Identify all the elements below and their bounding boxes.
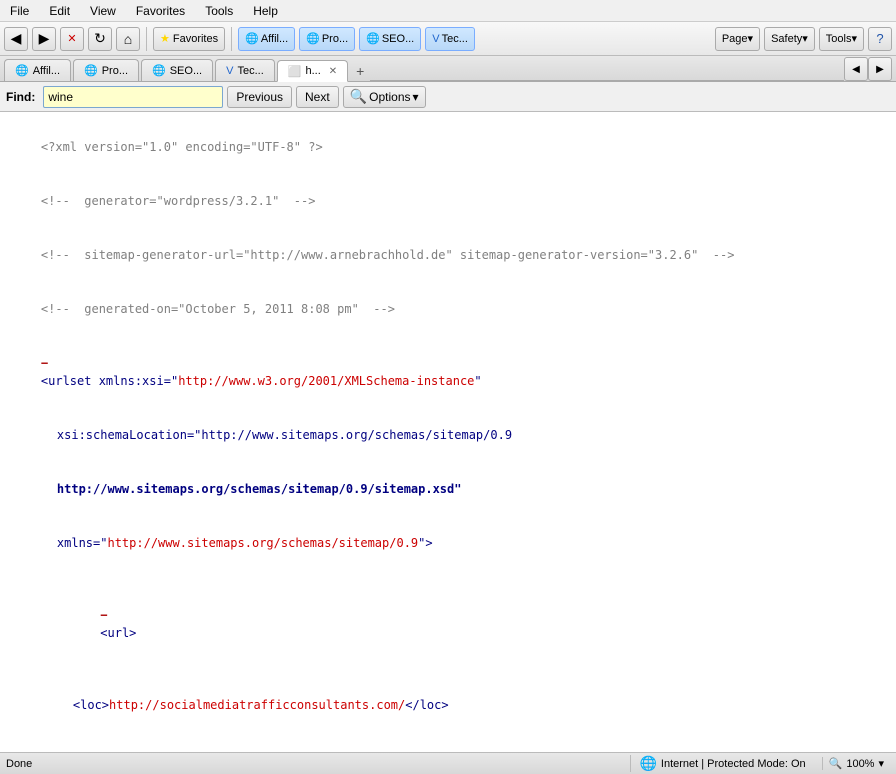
- pro-icon: 🌐: [306, 32, 320, 45]
- tools-label: Tools: [826, 33, 852, 45]
- safety-button[interactable]: Safety ▾: [764, 27, 815, 51]
- comment-generator: <!-- generator="wordpress/3.2.1" -->: [12, 174, 884, 228]
- urlset-open: − <urlset xmlns:xsi="http://www.w3.org/2…: [12, 336, 884, 408]
- affil-label: Affil...: [261, 33, 288, 45]
- back-button[interactable]: ◀: [4, 27, 28, 51]
- toolbar-separator-1: [146, 27, 147, 51]
- xml-decl-text: <?xml version="1.0" encoding="UTF-8" ?>: [41, 140, 323, 154]
- tab-seo-icon: 🌐: [152, 64, 166, 77]
- url1-loc: <loc>http://socialmediatrafficconsultant…: [12, 678, 884, 732]
- content-area[interactable]: <?xml version="1.0" encoding="UTF-8" ?> …: [0, 112, 896, 752]
- tab-pro-label: Pro...: [102, 65, 128, 77]
- url1-collapse[interactable]: −: [100, 608, 107, 622]
- menu-help[interactable]: Help: [247, 2, 284, 20]
- tab-tec[interactable]: V Tec...: [215, 59, 275, 81]
- http-sitemaps-line: http://www.sitemaps.org/schemas/sitemap/…: [12, 462, 884, 516]
- zone-icon: 🌐: [639, 755, 656, 772]
- url1-lastmod: <lastmod>2011-09-03T14:38:10+00:00</last…: [12, 732, 884, 752]
- safety-label: Safety: [771, 33, 802, 45]
- comment-sitemap-url: <!-- sitemap-generator-url="http://www.a…: [12, 228, 884, 282]
- xml-declaration: <?xml version="1.0" encoding="UTF-8" ?>: [12, 120, 884, 174]
- tec-label: Tec...: [442, 33, 468, 45]
- options-label: Options: [369, 90, 410, 104]
- seo-icon: 🌐: [366, 32, 380, 45]
- page-label: Page: [722, 33, 748, 45]
- menu-file[interactable]: File: [4, 2, 35, 20]
- find-bar: Find: Previous Next 🔍 Options ▾: [0, 82, 896, 112]
- tab-tec-label: Tec...: [237, 65, 263, 77]
- xsi-link[interactable]: http://www.w3.org/2001/XMLSchema-instanc…: [178, 374, 474, 388]
- toolbar-separator-2: [231, 27, 232, 51]
- scroll-tabs-right[interactable]: ▶: [868, 57, 892, 81]
- comment-gen-date: <!-- generated-on="October 5, 2011 8:08 …: [41, 302, 395, 316]
- tools-button[interactable]: Tools ▾: [819, 27, 864, 51]
- scroll-tabs-left[interactable]: ◀: [844, 57, 868, 81]
- tab-pro[interactable]: 🌐 Pro...: [73, 59, 139, 81]
- star-icon: ★: [160, 32, 170, 45]
- zone-text: Internet | Protected Mode: On: [661, 758, 806, 770]
- status-right: 🌐 Internet | Protected Mode: On 🔍 100% ▾: [630, 755, 890, 772]
- help-button[interactable]: ?: [868, 27, 892, 51]
- menu-view[interactable]: View: [84, 2, 122, 20]
- toolbar-tab-affil[interactable]: 🌐 Affil...: [238, 27, 295, 51]
- tab-tec-icon: V: [226, 65, 233, 77]
- comment-generated: <!-- generated-on="October 5, 2011 8:08 …: [12, 282, 884, 336]
- url1-loc-link[interactable]: http://socialmediatrafficconsultants.com…: [109, 698, 405, 712]
- tab-affil-label: Affil...: [33, 65, 60, 77]
- seo-label: SEO...: [382, 33, 414, 45]
- tab-h-label: h...: [305, 65, 320, 77]
- xmlns-line: xmlns="http://www.sitemaps.org/schemas/s…: [12, 516, 884, 570]
- tab-pro-icon: 🌐: [84, 64, 98, 77]
- zoom-level: 100%: [846, 758, 874, 770]
- next-button[interactable]: Next: [296, 86, 339, 108]
- previous-button[interactable]: Previous: [227, 86, 292, 108]
- xsi-schema-line: xsi:schemaLocation="http://www.sitemaps.…: [12, 408, 884, 462]
- options-icon: 🔍: [350, 88, 367, 105]
- options-arrow: ▾: [413, 90, 419, 104]
- urlset-collapse[interactable]: −: [41, 356, 48, 370]
- zoom-icon: 🔍: [829, 757, 843, 770]
- status-bar: Done 🌐 Internet | Protected Mode: On 🔍 1…: [0, 752, 896, 774]
- url-block-1-open: − <url>: [12, 570, 884, 678]
- stop-button[interactable]: ✕: [60, 27, 84, 51]
- tec-icon: V: [432, 33, 439, 45]
- favorites-label: Favorites: [173, 33, 218, 45]
- status-zoom[interactable]: 🔍 100% ▾: [822, 757, 890, 770]
- status-text: Done: [6, 758, 630, 770]
- tab-affil[interactable]: 🌐 Affil...: [4, 59, 71, 81]
- options-button[interactable]: 🔍 Options ▾: [343, 86, 426, 108]
- menu-bar: File Edit View Favorites Tools Help: [0, 0, 896, 22]
- toolbar-tab-tec[interactable]: V Tec...: [425, 27, 475, 51]
- find-input[interactable]: [43, 86, 223, 108]
- find-label: Find:: [6, 90, 35, 104]
- tab-h-close[interactable]: ✕: [329, 66, 337, 77]
- tab-bar: 🌐 Affil... 🌐 Pro... 🌐 SEO... V Tec... ⬜ …: [0, 56, 896, 82]
- page-button[interactable]: Page ▾: [715, 27, 760, 51]
- tab-h-icon: ⬜: [288, 65, 302, 78]
- tab-seo-label: SEO...: [170, 65, 202, 77]
- main-toolbar: ◀ ▶ ✕ ↻ ⌂ ★ Favorites 🌐 Affil... 🌐 Pro..…: [0, 22, 896, 56]
- tab-affil-icon: 🌐: [15, 64, 29, 77]
- status-zone: 🌐 Internet | Protected Mode: On: [630, 755, 813, 772]
- toolbar-tab-seo[interactable]: 🌐 SEO...: [359, 27, 421, 51]
- new-tab-button[interactable]: +: [350, 61, 370, 81]
- tab-h[interactable]: ⬜ h... ✕: [277, 60, 348, 82]
- comment-gen-text: <!-- generator="wordpress/3.2.1" -->: [41, 194, 316, 208]
- zoom-arrow: ▾: [878, 757, 884, 770]
- toolbar-tab-pro[interactable]: 🌐 Pro...: [299, 27, 355, 51]
- forward-button[interactable]: ▶: [32, 27, 56, 51]
- affil-icon: 🌐: [245, 32, 259, 45]
- menu-edit[interactable]: Edit: [43, 2, 76, 20]
- pro-label: Pro...: [322, 33, 348, 45]
- home-button[interactable]: ⌂: [116, 27, 140, 51]
- menu-tools[interactable]: Tools: [199, 2, 239, 20]
- tab-seo[interactable]: 🌐 SEO...: [141, 59, 213, 81]
- xmlns-link[interactable]: http://www.sitemaps.org/schemas/sitemap/…: [107, 536, 418, 550]
- comment-sitemap-text: <!-- sitemap-generator-url="http://www.a…: [41, 248, 735, 262]
- menu-favorites[interactable]: Favorites: [130, 2, 191, 20]
- favorites-button[interactable]: ★ Favorites: [153, 27, 225, 51]
- refresh-button[interactable]: ↻: [88, 27, 112, 51]
